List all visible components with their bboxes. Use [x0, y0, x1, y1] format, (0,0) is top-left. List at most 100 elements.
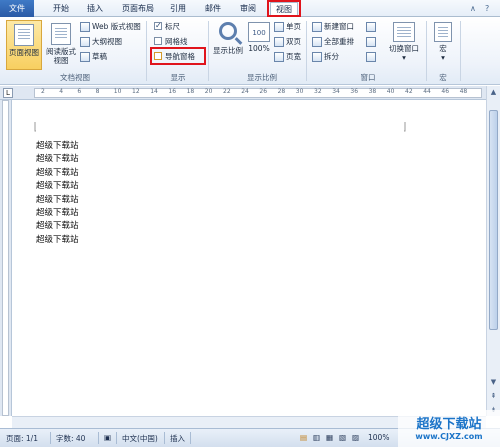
document-page[interactable]	[13, 101, 485, 416]
zoom-100-label: 100%	[248, 44, 270, 53]
insert-mode-indicator[interactable]: 插入	[170, 433, 185, 444]
web-layout-label: Web 版式视图	[92, 22, 141, 31]
group-separator	[460, 21, 461, 81]
draft-label: 草稿	[92, 52, 107, 61]
margin-corner-mark	[404, 122, 406, 132]
ruler-tick-label: 48	[459, 88, 468, 95]
page-width-label: 页宽	[286, 52, 301, 61]
magnifier-icon	[219, 22, 237, 40]
document-paragraph[interactable]: 超级下载站	[36, 220, 79, 233]
ruler-tick-label: 20	[204, 88, 213, 95]
document-paragraph[interactable]: 超级下载站	[36, 140, 79, 153]
margin-corner-mark	[34, 122, 36, 132]
new-window-icon	[312, 22, 322, 32]
chevron-down-icon: ▾	[402, 53, 406, 62]
two-pages-button[interactable]: 双页	[274, 36, 301, 48]
new-window-button[interactable]: 新建窗口	[312, 21, 354, 33]
one-page-button[interactable]: 单页	[274, 21, 301, 33]
web-layout-button[interactable]: Web 版式视图	[80, 21, 141, 33]
ruler-tick-label: 24	[241, 88, 249, 95]
document-paragraph[interactable]: 超级下载站	[36, 180, 79, 193]
page-width-icon	[274, 52, 284, 62]
ruler-tick-label: 30	[295, 88, 304, 95]
group-label-show: 显示	[170, 73, 186, 82]
print-layout-view-icon[interactable]: ▤	[300, 433, 307, 442]
ruler-checkbox-box[interactable]	[154, 20, 162, 32]
watermark-url: www.CJXZ.com	[415, 432, 483, 441]
zoom-label: 显示比例	[213, 46, 243, 55]
scroll-thumb[interactable]	[489, 110, 498, 330]
zoom-100-button[interactable]: 100 100%	[246, 20, 272, 70]
tab-references[interactable]: 引用	[165, 2, 191, 17]
chevron-down-icon: ▾	[441, 53, 445, 62]
scroll-up-icon[interactable]: ▲	[487, 86, 500, 98]
tab-mailings[interactable]: 邮件	[200, 2, 226, 17]
previous-page-icon[interactable]: ⇞	[487, 390, 500, 402]
two-pages-icon	[274, 37, 284, 47]
group-label-macros: 宏	[439, 73, 447, 82]
split-button[interactable]: 拆分	[312, 51, 339, 63]
minimize-ribbon-icon[interactable]: ∧	[470, 4, 476, 13]
tab-review[interactable]: 审阅	[234, 2, 262, 17]
reset-window-button[interactable]	[366, 51, 378, 63]
arrange-all-button[interactable]: 全部重排	[312, 36, 354, 48]
vertical-scrollbar[interactable]: ▲ ▼ ⇞ ⇟	[486, 86, 500, 416]
document-paragraph[interactable]: 超级下载站	[36, 207, 79, 220]
tab-page-layout[interactable]: 页面布局	[118, 2, 158, 17]
highlight-box-view-tab	[267, 0, 301, 17]
vertical-ruler[interactable]	[0, 100, 12, 416]
tab-home[interactable]: 开始	[48, 2, 74, 17]
web-layout-icon	[80, 22, 90, 32]
print-layout-button[interactable]: 页面视图	[6, 20, 42, 70]
status-separator	[50, 432, 51, 444]
view-side-by-side-button[interactable]	[366, 21, 378, 33]
switch-windows-button[interactable]: 切换窗口 ▾	[384, 20, 424, 70]
side-by-side-icon	[366, 22, 376, 32]
outline-button[interactable]: 大纲视图	[80, 36, 122, 48]
tab-insert[interactable]: 插入	[82, 2, 108, 17]
horizontal-ruler[interactable]: L 2 4 6 8 10 12 14 16 18 20 22 24 26 28 30 32 34 36 38 40 42…	[0, 86, 500, 100]
macros-button[interactable]: 宏 ▾	[430, 20, 456, 70]
help-icon[interactable]: ?	[485, 4, 489, 13]
highlight-box-nav-pane	[150, 47, 206, 65]
ruler-tick-label: 28	[277, 88, 286, 95]
document-paragraph[interactable]: 超级下载站	[36, 153, 79, 166]
page-width-button[interactable]: 页宽	[274, 51, 301, 63]
group-label-window: 窗口	[360, 73, 376, 82]
print-layout-label: 页面视图	[9, 48, 39, 57]
ruler-checkbox[interactable]: 标尺	[154, 20, 180, 33]
document-paragraph[interactable]: 超级下载站	[36, 194, 79, 207]
tab-file[interactable]: 文件	[0, 0, 34, 17]
one-page-label: 单页	[286, 22, 301, 31]
outline-view-icon[interactable]: ▧	[339, 433, 346, 442]
web-layout-view-icon[interactable]: ▦	[326, 433, 333, 442]
document-paragraph[interactable]: 超级下载站	[36, 167, 79, 180]
watermark-logo: 超级下载站 www.CJXZ.com	[398, 410, 500, 447]
draft-view-icon[interactable]: ▨	[352, 433, 359, 442]
sync-scroll-button[interactable]	[366, 36, 378, 48]
reading-layout-button[interactable]: 阅读版式 视图	[44, 20, 78, 70]
language-indicator[interactable]: 中文(中国)	[122, 433, 158, 444]
document-paragraph[interactable]: 超级下载站	[36, 234, 79, 247]
word-count[interactable]: 字数: 40	[56, 433, 85, 444]
zoom-button[interactable]: 显示比例	[211, 20, 245, 70]
macros-icon	[434, 22, 452, 42]
switch-windows-label: 切换窗口	[389, 44, 419, 53]
arrange-all-label: 全部重排	[324, 37, 354, 46]
draft-button[interactable]: 草稿	[80, 51, 107, 63]
watermark-title: 超级下载站	[416, 417, 482, 432]
scroll-down-icon[interactable]: ▼	[487, 376, 500, 388]
full-screen-view-icon[interactable]: ▥	[313, 433, 320, 442]
new-window-label: 新建窗口	[324, 22, 354, 31]
zoom-100-icon: 100	[248, 22, 270, 42]
zoom-level[interactable]: 100%	[368, 433, 389, 442]
spellcheck-icon[interactable]: ▣	[104, 433, 111, 442]
arrange-all-icon	[312, 37, 322, 47]
document-text[interactable]: 超级下载站 超级下载站 超级下载站 超级下载站 超级下载站 超级下载站 超级下载站 超级下载站	[36, 140, 79, 247]
gridlines-checkbox-box[interactable]	[154, 37, 162, 45]
page-count[interactable]: 页面: 1/1	[6, 433, 38, 444]
group-separator	[208, 21, 209, 81]
group-separator	[146, 21, 147, 81]
tab-selector-icon[interactable]: L	[3, 88, 13, 98]
ruler-tick-label: 12	[132, 88, 140, 95]
